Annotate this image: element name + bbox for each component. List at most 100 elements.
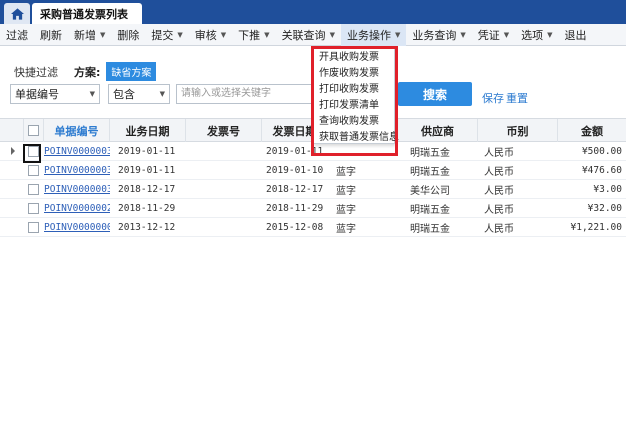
row-checkbox-cell[interactable] [28, 180, 44, 199]
tab-purchase-invoice-list[interactable]: 采购普通发票列表 [32, 3, 142, 24]
toolbar-item-label: 删除 [117, 28, 140, 42]
cell-inv-no [186, 199, 262, 218]
toolbar-item-12[interactable]: 退出 [559, 24, 593, 46]
cell-inv-no [186, 142, 262, 161]
toolbar-item-2[interactable]: 新增 ▼ [68, 24, 111, 46]
cell-supplier: 明瑞五金 [410, 148, 450, 159]
toolbar-item-6[interactable]: 下推 ▼ [232, 24, 275, 46]
scheme-label: 方案: [74, 65, 101, 79]
row-checkbox[interactable] [28, 222, 39, 233]
cell-supplier: 明瑞五金 [410, 167, 450, 178]
top-tab-bar: 采购普通发票列表 [0, 0, 626, 24]
chevron-down-icon: ▼ [394, 30, 401, 39]
field-select-value: 单据编号 [15, 88, 59, 101]
cell-amount: ¥500.00 [581, 146, 622, 157]
header-amount[interactable]: 金额 [558, 119, 626, 142]
cell-currency: 人民币 [484, 224, 514, 235]
cell-biz-date: 2018-11-29 [118, 203, 176, 214]
grid-body: POINV000000322019-01-112019-01-11明瑞五金人民币… [0, 142, 626, 237]
cell-currency: 人民币 [484, 186, 514, 197]
chevron-down-icon: ▼ [159, 90, 165, 98]
header-currency[interactable]: 币别 [478, 119, 558, 142]
cell-supplier: 美华公司 [410, 186, 450, 197]
cell-type: 蓝字 [336, 224, 356, 235]
select-all-checkbox[interactable] [28, 125, 39, 136]
cell-inv-date: 2019-01-10 [266, 165, 324, 176]
toolbar-item-label: 刷新 [40, 28, 62, 42]
toolbar-item-11[interactable]: 选项 ▼ [515, 24, 558, 46]
toolbar-item-10[interactable]: 凭证 ▼ [472, 24, 515, 46]
header-invoice-no[interactable]: 发票号 [186, 119, 262, 142]
current-row-focus [23, 144, 41, 163]
toolbar-item-label: 下推 [238, 28, 261, 42]
row-checkbox-cell[interactable] [28, 199, 44, 218]
cell-inv-date: 2015-12-08 [266, 222, 324, 233]
table-row[interactable]: POINV00000029 2018-11-29 2018-11-29 蓝字 明瑞五金 人… [0, 199, 626, 218]
toolbar-item-label: 选项 [521, 28, 544, 42]
toolbar-item-5[interactable]: 审核 ▼ [189, 24, 232, 46]
chevron-down-icon: ▼ [100, 30, 106, 39]
cell-inv-date: 2018-11-29 [266, 203, 324, 214]
toolbar-item-8[interactable]: 业务操作 ▼ [340, 23, 407, 46]
cell-supplier: 明瑞五金 [410, 224, 450, 235]
table-row[interactable]: POINV00000031 2019-01-11 2019-01-10 蓝字 明瑞五金 人… [0, 161, 626, 180]
field-select[interactable]: 单据编号 ▼ [10, 84, 100, 104]
reset-link[interactable]: 重置 [506, 90, 528, 106]
header-biz-date[interactable]: 业务日期 [110, 119, 186, 142]
chevron-down-icon: ▼ [264, 30, 270, 39]
cell-currency: 人民币 [484, 167, 514, 178]
toolbar-item-label: 业务查询 [412, 28, 457, 42]
toolbar-item-3[interactable]: 删除 [111, 24, 145, 46]
default-scheme-tag[interactable]: 缺省方案 [106, 62, 157, 81]
home-icon [10, 7, 24, 20]
operator-select-value: 包含 [113, 88, 135, 101]
row-checkbox[interactable] [28, 184, 39, 195]
chevron-down-icon: ▼ [547, 30, 553, 39]
toolbar-item-0[interactable]: 过滤 [0, 24, 34, 46]
cell-currency: 人民币 [484, 148, 514, 159]
chevron-down-icon: ▼ [329, 30, 335, 39]
row-checkbox-cell[interactable] [28, 218, 44, 237]
search-button[interactable]: 搜索 [398, 82, 472, 106]
cell-inv-no [186, 218, 262, 237]
cell-amount: ¥3.00 [593, 184, 622, 195]
table-row[interactable]: POINV00000030 2018-12-17 2018-12-17 蓝字 美华公司 人… [0, 180, 626, 199]
header-supplier[interactable]: 供应商 [398, 119, 478, 142]
cell-biz-date: 2019-01-11 [118, 165, 176, 176]
highlight-box [311, 46, 398, 156]
save-scheme-link[interactable]: 保存 [482, 90, 504, 106]
cell-code[interactable]: POINV00000032 [44, 142, 110, 161]
toolbar-item-label: 关联查询 [281, 28, 326, 42]
chevron-down-icon: ▼ [503, 30, 510, 39]
chevron-down-icon: ▼ [89, 90, 95, 98]
row-checkbox[interactable] [28, 203, 39, 214]
toolbar-item-4[interactable]: 提交 ▼ [145, 24, 188, 46]
cell-code[interactable]: POINV00000030 [44, 180, 110, 199]
table-row[interactable]: POINV00000002 2013-12-12 2015-12-08 蓝字 明瑞五金 人… [0, 218, 626, 237]
header-code[interactable]: 单据编号 [44, 119, 110, 142]
cell-biz-date: 2018-12-17 [118, 184, 176, 195]
cell-code[interactable]: POINV00000031 [44, 161, 110, 180]
cell-amount: ¥476.60 [581, 165, 622, 176]
row-checkbox-cell[interactable] [28, 161, 44, 180]
home-tab[interactable] [4, 3, 30, 24]
toolbar-item-label: 业务操作 [346, 28, 391, 42]
toolbar-item-7[interactable]: 关联查询 ▼ [276, 24, 341, 46]
select-all-checkbox-cell[interactable] [24, 119, 44, 142]
cell-type: 蓝字 [336, 205, 356, 216]
cell-code[interactable]: POINV00000029 [44, 199, 110, 218]
chevron-down-icon: ▼ [460, 30, 466, 39]
quick-filter-label: 快捷过滤 [14, 65, 58, 79]
toolbar-item-1[interactable]: 刷新 [34, 24, 68, 46]
chevron-down-icon: ▼ [177, 30, 183, 39]
toolbar-item-label: 退出 [564, 28, 587, 42]
header-spacer [0, 119, 24, 142]
cell-code[interactable]: POINV00000002 [44, 218, 110, 237]
row-checkbox[interactable] [28, 165, 39, 176]
cell-amount: ¥32.00 [587, 203, 622, 214]
operator-select[interactable]: 包含 ▼ [108, 84, 170, 104]
cell-amount: ¥1,221.00 [570, 222, 622, 233]
toolbar-item-label: 提交 [151, 28, 174, 42]
toolbar-item-9[interactable]: 业务查询 ▼ [406, 24, 471, 46]
toolbar-item-label: 新增 [74, 28, 96, 42]
